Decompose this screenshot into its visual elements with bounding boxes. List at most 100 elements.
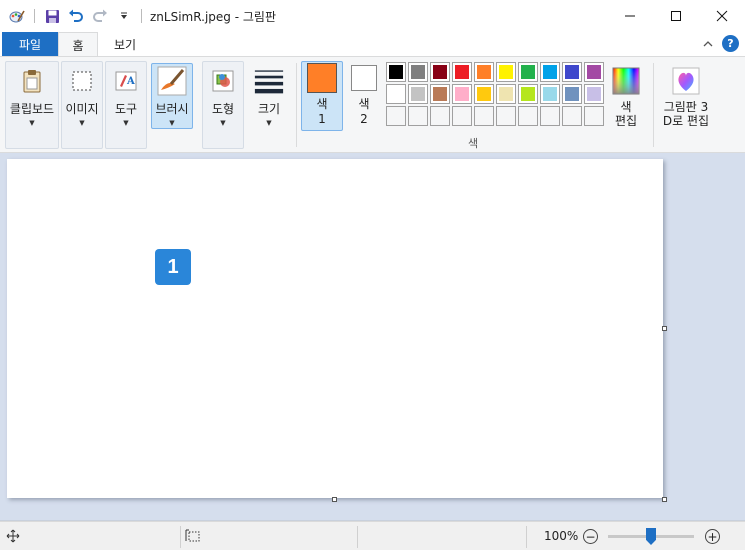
paint3d-icon	[671, 66, 701, 96]
swatch-fill	[521, 87, 535, 101]
palette-swatch[interactable]	[430, 84, 450, 104]
swatch-fill	[455, 87, 469, 101]
palette-swatch[interactable]	[496, 84, 516, 104]
redo-icon[interactable]	[91, 7, 109, 25]
palette-swatch[interactable]	[430, 106, 450, 126]
palette-swatch[interactable]	[518, 62, 538, 82]
tools-button[interactable]: A 도구 ▼	[105, 63, 147, 127]
palette-swatch[interactable]	[540, 62, 560, 82]
palette-swatch[interactable]	[518, 84, 538, 104]
image-label: 이미지	[65, 102, 99, 116]
line-size-icon	[254, 66, 284, 96]
divider	[180, 526, 181, 548]
image-button[interactable]: 이미지 ▼	[61, 63, 103, 127]
palette-swatch[interactable]	[386, 62, 406, 82]
tools-icon: A	[111, 66, 141, 96]
palette-swatch[interactable]	[408, 106, 428, 126]
shapes-button[interactable]: 도형 ▼	[202, 63, 244, 127]
divider	[653, 63, 654, 147]
palette-swatch[interactable]	[452, 62, 472, 82]
palette-swatch[interactable]	[540, 84, 560, 104]
color2-button[interactable]: 색 2	[343, 65, 385, 126]
resize-handle-bottom[interactable]	[332, 497, 337, 502]
paint3d-label-line1: 그림판 3	[663, 100, 709, 114]
help-button[interactable]: ?	[722, 35, 739, 52]
palette-swatch[interactable]	[496, 62, 516, 82]
zoom-out-button[interactable]: −	[583, 529, 598, 544]
quick-access-toolbar	[0, 0, 144, 32]
palette-swatch[interactable]	[584, 84, 604, 104]
palette-swatch[interactable]	[452, 106, 472, 126]
divider	[34, 9, 35, 23]
swatch-fill	[587, 87, 601, 101]
size-button[interactable]: 크기 ▼	[248, 63, 290, 127]
undo-icon[interactable]	[67, 7, 85, 25]
zoom-in-button[interactable]: +	[705, 529, 720, 544]
divider	[526, 526, 527, 548]
tab-file[interactable]: 파일	[2, 32, 58, 56]
brushes-button[interactable]: 브러시 ▼	[151, 63, 193, 127]
paint3d-button[interactable]: 그림판 3 D로 편집	[656, 63, 716, 128]
swatch-fill	[475, 107, 493, 125]
tools-label: 도구	[114, 102, 138, 116]
palette-swatch[interactable]	[540, 106, 560, 126]
clipboard-button[interactable]: 클립보드 ▼	[5, 63, 59, 127]
step-marker-badge: 1	[155, 249, 191, 285]
color2-label-line1: 색	[358, 97, 370, 111]
minimize-button[interactable]	[607, 0, 653, 32]
swatch-fill	[521, 65, 535, 79]
palette-swatch[interactable]	[562, 62, 582, 82]
customize-toolbar-icon[interactable]	[115, 7, 133, 25]
maximize-button[interactable]	[653, 0, 699, 32]
swatch-fill	[519, 107, 537, 125]
color1-swatch	[307, 63, 337, 93]
swatch-fill	[389, 87, 403, 101]
paint3d-label-line2: D로 편집	[662, 114, 710, 128]
divider	[296, 63, 297, 147]
palette-swatch[interactable]	[474, 84, 494, 104]
palette-swatch[interactable]	[584, 62, 604, 82]
dropdown-arrow-icon: ▼	[220, 119, 226, 127]
close-button[interactable]	[699, 0, 745, 32]
zoom-slider-thumb[interactable]	[646, 528, 656, 545]
color-spectrum-icon	[611, 66, 641, 96]
palette-swatch[interactable]	[496, 106, 516, 126]
save-icon[interactable]	[43, 7, 61, 25]
palette-swatch[interactable]	[474, 106, 494, 126]
palette-swatch[interactable]	[430, 62, 450, 82]
palette-swatch[interactable]	[408, 84, 428, 104]
tab-view[interactable]: 보기	[104, 32, 146, 56]
ribbon: 클립보드 ▼ 이미지 ▼ A 도구 ▼ 브러시 ▼ 도형 ▼ 크기 ▼ 색 1 …	[0, 56, 745, 153]
canvas-workspace[interactable]: 1	[0, 153, 745, 521]
drawing-canvas[interactable]: 1	[7, 159, 663, 498]
swatch-fill	[411, 65, 425, 79]
window-controls	[607, 0, 745, 32]
palette-swatch[interactable]	[452, 84, 472, 104]
palette-swatch[interactable]	[562, 106, 582, 126]
shapes-icon	[208, 66, 238, 96]
swatch-fill	[543, 65, 557, 79]
swatch-fill	[543, 87, 557, 101]
edit-colors-button[interactable]: 색 편집	[606, 63, 646, 128]
palette-swatch[interactable]	[386, 106, 406, 126]
swatch-fill	[409, 107, 427, 125]
palette-swatch[interactable]	[562, 84, 582, 104]
palette-swatch[interactable]	[474, 62, 494, 82]
swatch-fill	[563, 107, 581, 125]
resize-handle-corner[interactable]	[662, 497, 667, 502]
swatch-fill	[541, 107, 559, 125]
palette-swatch[interactable]	[584, 106, 604, 126]
shapes-label: 도형	[211, 102, 235, 116]
palette-swatch[interactable]	[408, 62, 428, 82]
resize-handle-right[interactable]	[662, 326, 667, 331]
status-bar: 100% − +	[0, 521, 745, 550]
dropdown-arrow-icon: ▼	[79, 119, 85, 127]
palette-swatch[interactable]	[518, 106, 538, 126]
clipboard-label: 클립보드	[9, 102, 55, 116]
tab-home[interactable]: 홈	[58, 32, 98, 57]
paint-app-icon[interactable]	[8, 7, 26, 25]
color1-label-line1: 색	[316, 97, 328, 111]
palette-swatch[interactable]	[386, 84, 406, 104]
swatch-fill	[497, 107, 515, 125]
chevron-up-icon[interactable]	[701, 37, 715, 51]
